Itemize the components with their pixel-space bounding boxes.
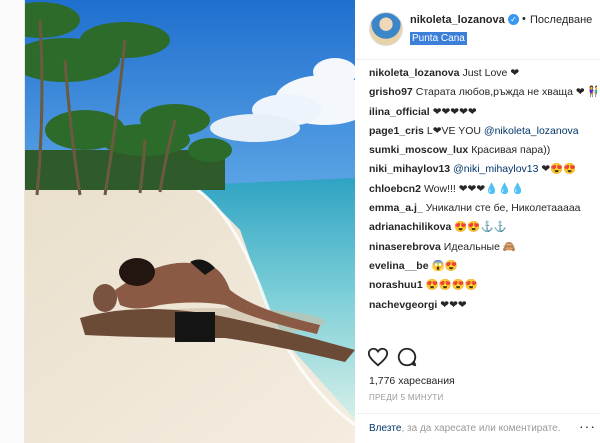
comment-username[interactable]: chloebcn2 [369, 183, 421, 195]
comment-item: ilina_official ❤❤❤❤❤ [369, 105, 597, 124]
comment-item: niki_mihaylov13 @niki_mihaylov13 ❤😍😍 [369, 162, 597, 181]
comment-text: 😍😍⚓⚓ [454, 221, 507, 234]
comment-item: norashuu1 😍😍😍😍 [369, 278, 597, 297]
verified-badge-icon: ✓ [508, 14, 519, 25]
post-header: nikoleta_lozanova ✓ • Последване Punta C… [356, 0, 600, 60]
comment-item: chloebcn2 Wow!!! ❤❤❤💧💧💧 [369, 182, 597, 201]
comment-text: Wow!!! ❤❤❤💧💧💧 [423, 182, 525, 195]
comment-username[interactable]: ninaserebrova [369, 241, 441, 253]
comment-item: ninaserebrova Идеальные 🙈 [369, 240, 597, 259]
avatar[interactable] [369, 12, 403, 46]
comment-text: ❤❤❤❤❤ [432, 105, 477, 118]
comment-item: evelina__be 😱😍 [369, 259, 597, 278]
separator-dot: • [522, 13, 526, 25]
location-link[interactable]: Punta Cana [410, 32, 467, 45]
login-prompt: Влезте, за да харесате или коментирате. [369, 423, 561, 434]
comment-username[interactable]: ilina_official [369, 106, 430, 118]
post-actions [356, 343, 600, 371]
login-prompt-bar: Влезте, за да харесате или коментирате. … [356, 413, 600, 443]
comment-item: grisho97 Старата любов,ръждa не хваща ❤ 👫 [369, 85, 597, 104]
comment-text: Уникални сте бе, Николетааааа [425, 202, 581, 215]
comment-text: Старата любов,ръждa не хваща ❤ 👫 [415, 86, 597, 99]
comment-text: 😱😍 [431, 259, 458, 272]
comment-item: sumki_moscow_lux Красивая пара)) [369, 143, 597, 162]
comment-mention-link[interactable]: @niki_mihaylov13 [453, 163, 538, 175]
comment-text: ❤😍😍 [538, 163, 577, 176]
login-link[interactable]: Влезте [369, 423, 401, 434]
comment-item: nachevgeorgi ❤❤❤ [369, 298, 597, 317]
comment-item: page1_cris L❤VE YOU @nikoleta_lozanova [369, 124, 597, 143]
comment-text: Красивая пара)) [471, 144, 551, 157]
post-photo[interactable] [25, 0, 355, 443]
comment-username[interactable]: sumki_moscow_lux [369, 144, 468, 156]
more-options-icon[interactable]: ··· [579, 418, 596, 434]
author-username[interactable]: nikoleta_lozanova [410, 14, 505, 26]
likes-count[interactable]: 1,776 харесвания [369, 375, 455, 387]
speech-bubble-icon[interactable] [396, 346, 418, 368]
follow-button[interactable]: Последване [530, 14, 592, 26]
comment-username[interactable]: page1_cris [369, 125, 424, 137]
beach-couple-photo [25, 0, 355, 443]
comment-item: nikoleta_lozanova Just Love ❤ [369, 66, 597, 85]
comment-text: Just Love ❤ [462, 67, 520, 79]
comment-username[interactable]: grisho97 [369, 86, 413, 98]
comment-username[interactable]: norashuu1 [369, 279, 423, 291]
comment-mention-link[interactable]: @nikoleta_lozanova [484, 125, 579, 137]
comment-username[interactable]: adrianachilikova [369, 221, 451, 233]
comment-item: adrianachilikova 😍😍⚓⚓ [369, 220, 597, 239]
comment-username[interactable]: emma_a.j_ [369, 202, 423, 214]
comments-list: nikoleta_lozanova Just Love ❤ grisho97 Ста… [369, 66, 597, 317]
comment-username[interactable]: niki_mihaylov13 [369, 163, 450, 175]
instagram-post: nikoleta_lozanova ✓ • Последване Punta C… [24, 0, 600, 443]
comment-text: L❤VE YOU [426, 124, 484, 137]
comment-item: emma_a.j_ Уникални сте бе, Николетааааа [369, 201, 597, 220]
post-sidebar: nikoleta_lozanova ✓ • Последване Punta C… [356, 0, 600, 443]
comment-text: Идеальные 🙈 [443, 240, 516, 253]
comment-username[interactable]: nachevgeorgi [369, 299, 437, 311]
heart-outline-icon[interactable] [367, 346, 389, 368]
comment-username[interactable]: evelina__be [369, 260, 429, 272]
comment-username[interactable]: nikoleta_lozanova [369, 67, 459, 79]
comment-text: ❤❤❤ [440, 298, 467, 311]
post-timestamp[interactable]: ПРЕДИ 5 МИНУТИ [369, 393, 444, 402]
login-prompt-text: , за да харесате или коментирате. [401, 423, 561, 434]
comment-text: 😍😍😍😍 [425, 279, 478, 292]
